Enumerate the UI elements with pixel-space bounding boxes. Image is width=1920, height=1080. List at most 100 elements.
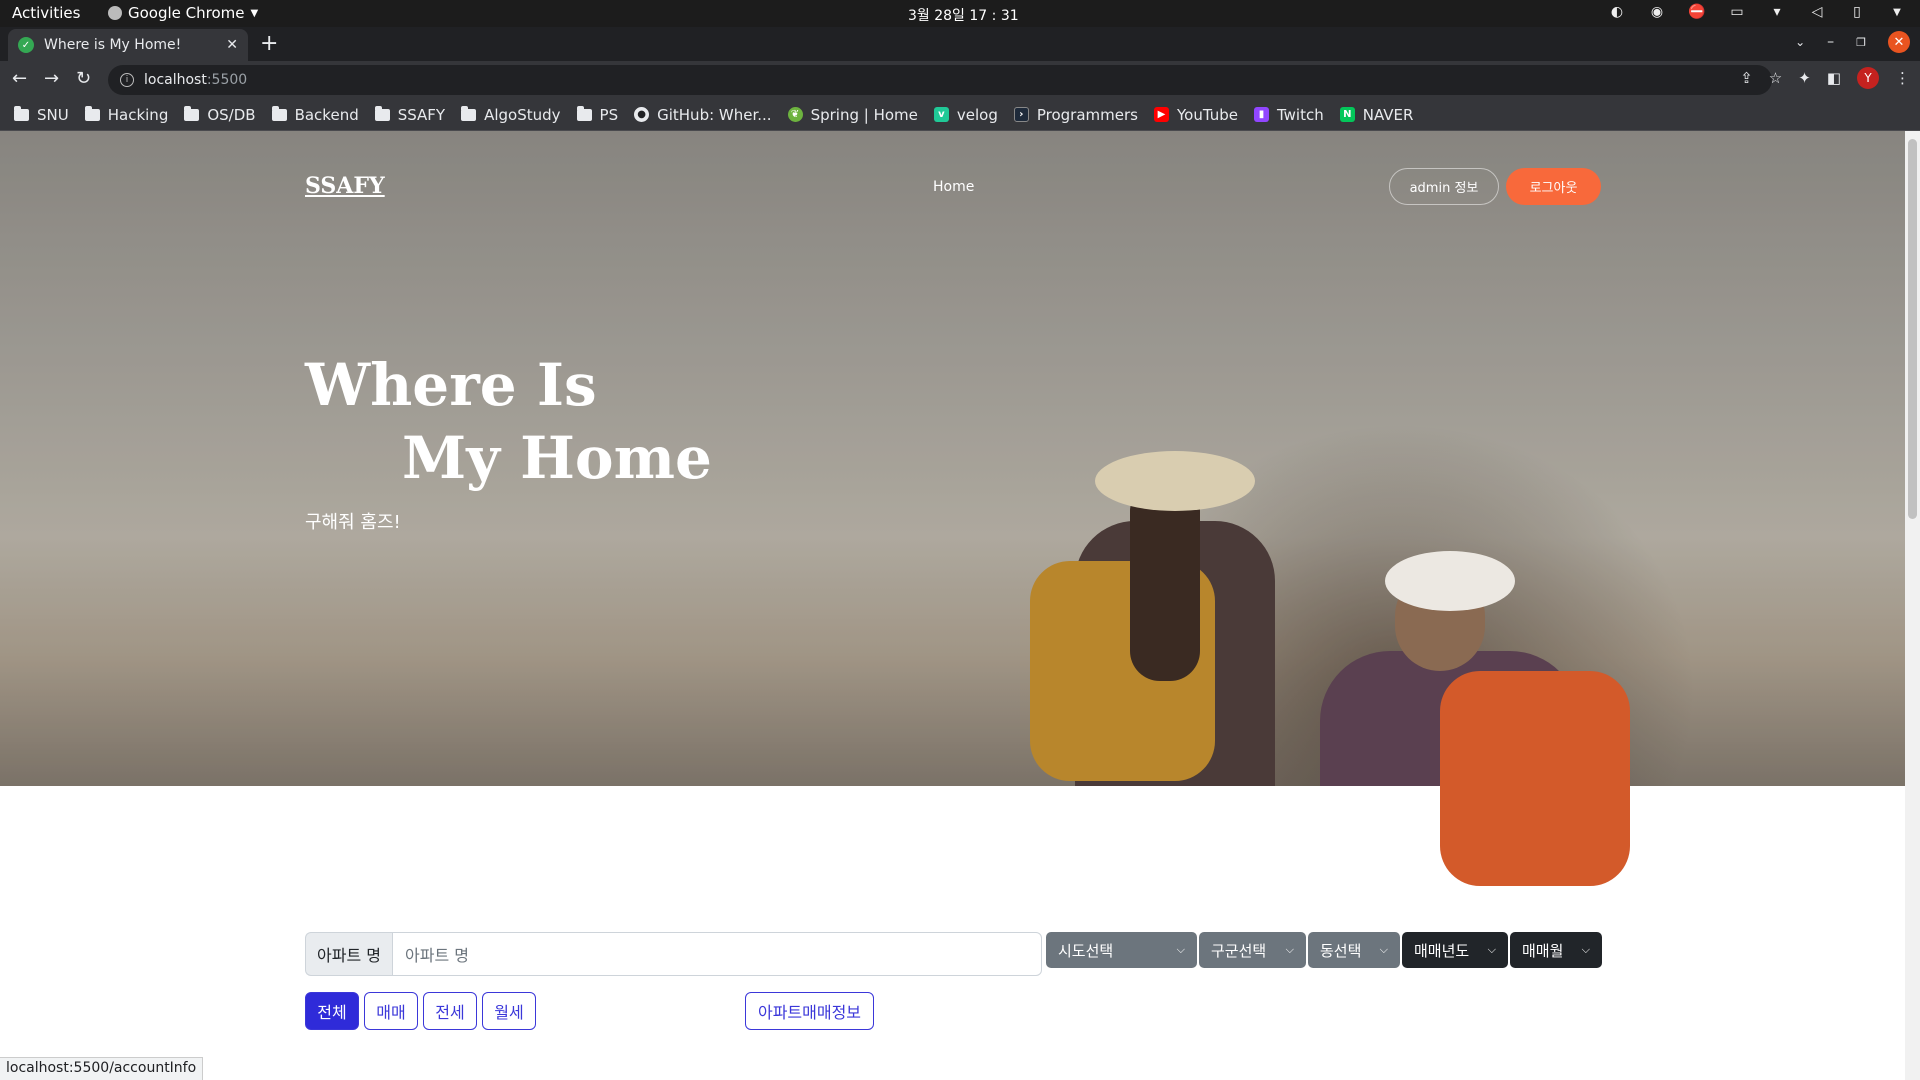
profile-avatar[interactable]: Y xyxy=(1857,67,1879,89)
clock[interactable]: 3월 28일 17 : 31 xyxy=(908,5,1019,25)
sido-select-label: 시도선택 xyxy=(1058,941,1114,960)
naver-icon: N xyxy=(1339,107,1355,122)
activities-button[interactable]: Activities xyxy=(12,4,80,22)
folder-icon xyxy=(184,105,200,121)
restore-icon[interactable]: ❐ xyxy=(1856,36,1866,49)
hero-headline-line1: Where Is xyxy=(305,351,597,419)
menu-kebab-icon[interactable]: ⋮ xyxy=(1895,69,1910,87)
app-menu-label: Google Chrome xyxy=(128,4,245,22)
chrome-remote-icon[interactable]: ◐ xyxy=(1608,3,1626,21)
velog-icon: v xyxy=(933,107,949,122)
bookmark-github[interactable]: ● GitHub: Wher... xyxy=(634,105,772,124)
forward-icon[interactable]: → xyxy=(44,68,59,89)
hero-section: SSAFY Home admin 정보 로그아웃 Where Is My Hom… xyxy=(0,131,1905,886)
scrollbar-thumb[interactable] xyxy=(1908,139,1917,519)
extensions-icon[interactable]: ✦ xyxy=(1798,69,1811,87)
bookmark-hacking[interactable]: Hacking xyxy=(84,105,168,124)
dong-select[interactable]: 동선택 ⌵ xyxy=(1308,932,1400,968)
minimize-icon[interactable]: – xyxy=(1827,34,1834,50)
page-scrollbar[interactable] xyxy=(1905,131,1920,1080)
admin-info-button[interactable]: admin 정보 xyxy=(1389,168,1499,205)
traveller-woman-hat xyxy=(1095,451,1255,511)
year-select[interactable]: 매매년도 ⌵ xyxy=(1402,932,1508,968)
folder-icon xyxy=(84,105,100,121)
logout-button[interactable]: 로그아웃 xyxy=(1506,168,1601,205)
bookmark-twitch[interactable]: ▮ Twitch xyxy=(1253,105,1324,124)
sido-select[interactable]: 시도선택 ⌵ xyxy=(1046,932,1197,968)
bookmarks-bar: SNU Hacking OS/DB Backend SSAFY AlgoStud… xyxy=(0,99,1920,131)
brand-logo[interactable]: SSAFY xyxy=(305,173,385,199)
bookmark-star-icon[interactable]: ☆ xyxy=(1769,69,1782,87)
bookmark-programmers[interactable]: › Programmers xyxy=(1013,105,1138,124)
site-info-icon[interactable]: i xyxy=(120,73,134,87)
folder-icon xyxy=(461,105,477,121)
filter-all-button[interactable]: 전체 xyxy=(305,992,359,1030)
bookmark-velog[interactable]: v velog xyxy=(933,105,998,124)
folder-icon xyxy=(271,105,287,121)
wifi-icon[interactable]: ▾ xyxy=(1768,3,1786,21)
chevron-down-icon: ⌵ xyxy=(1379,943,1388,956)
deal-type-filters: 전체 매매 전세 월세 xyxy=(305,992,536,1030)
address-bar[interactable]: i localhost:5500 xyxy=(108,65,1772,95)
keyboard-icon[interactable]: ▭ xyxy=(1728,3,1746,21)
bookmark-label: Spring | Home xyxy=(810,105,918,124)
browser-toolbar: ← → ↻ i localhost:5500 ⇪ ☆ ✦ ◧ Y ⋮ xyxy=(0,61,1920,99)
gugun-select[interactable]: 구군선택 ⌵ xyxy=(1199,932,1306,968)
month-select[interactable]: 매매월 ⌵ xyxy=(1510,932,1602,968)
system-menu-caret-icon[interactable]: ▼ xyxy=(1888,3,1906,21)
apt-name-input[interactable]: 아파트 명 xyxy=(392,932,1042,976)
hero-headline-line2: My Home xyxy=(402,424,712,492)
chrome-icon xyxy=(108,6,122,20)
bookmark-label: SNU xyxy=(37,105,69,124)
bookmark-ssafy[interactable]: SSAFY xyxy=(374,105,445,124)
bookmark-label: OS/DB xyxy=(207,105,256,124)
apt-deal-info-button[interactable]: 아파트매매정보 xyxy=(745,992,874,1030)
filter-monthly-button[interactable]: 월세 xyxy=(482,992,536,1030)
page-viewport: SSAFY Home admin 정보 로그아웃 Where Is My Hom… xyxy=(0,131,1905,1080)
month-select-label: 매매월 xyxy=(1522,941,1564,960)
bookmark-snu[interactable]: SNU xyxy=(14,105,69,124)
tab-close-icon[interactable]: ✕ xyxy=(226,37,238,53)
app-menu[interactable]: Google Chrome ▼ xyxy=(108,4,258,22)
search-row: 아파트 명 아파트 명 xyxy=(305,932,1042,976)
traveller-man-hat xyxy=(1385,551,1515,611)
hero-subline: 구해줘 홈즈! xyxy=(305,512,401,533)
youtube-icon: ▶ xyxy=(1153,107,1169,122)
bookmark-label: GitHub: Wher... xyxy=(657,105,772,124)
bookmark-spring[interactable]: ❦ Spring | Home xyxy=(787,105,918,124)
traveller-man-backpack xyxy=(1440,671,1630,886)
filter-jeonse-button[interactable]: 전세 xyxy=(423,992,477,1030)
url-host: localhost xyxy=(144,72,207,88)
system-top-bar: Activities Google Chrome ▼ 3월 28일 17 : 3… xyxy=(0,0,1920,27)
twitch-icon: ▮ xyxy=(1253,107,1269,122)
bookmark-label: Twitch xyxy=(1276,105,1324,124)
close-window-icon[interactable]: ✕ xyxy=(1888,31,1910,53)
chevron-down-icon: ⌵ xyxy=(1487,943,1496,956)
bookmark-youtube[interactable]: ▶ YouTube xyxy=(1153,106,1238,124)
favicon-icon: ✓ xyxy=(18,37,34,53)
bookmark-algostudy[interactable]: AlgoStudy xyxy=(461,105,561,124)
bookmark-ps[interactable]: PS xyxy=(576,105,618,124)
bookmark-label: velog xyxy=(956,105,998,124)
folder-icon xyxy=(14,105,29,121)
bookmark-naver[interactable]: N NAVER xyxy=(1339,106,1413,124)
do-not-disturb-icon[interactable]: ⛔ xyxy=(1688,3,1706,21)
folder-icon xyxy=(374,105,390,121)
steam-icon[interactable]: ◉ xyxy=(1648,3,1666,21)
new-tab-icon[interactable]: + xyxy=(260,31,278,56)
system-tray: ◐ ◉ ⛔ ▭ ▾ ◁ ▯ ▼ xyxy=(1608,3,1906,21)
folder-icon xyxy=(576,105,592,121)
battery-icon[interactable]: ▯ xyxy=(1848,3,1866,21)
bookmark-osdb[interactable]: OS/DB xyxy=(184,105,256,124)
side-panel-icon[interactable]: ◧ xyxy=(1827,69,1841,87)
filter-sale-button[interactable]: 매매 xyxy=(364,992,418,1030)
volume-icon[interactable]: ◁ xyxy=(1808,3,1826,21)
tab-search-icon[interactable]: ⌄ xyxy=(1795,35,1805,49)
share-icon[interactable]: ⇪ xyxy=(1740,69,1753,87)
bookmark-label: Programmers xyxy=(1036,105,1138,124)
nav-home-link[interactable]: Home xyxy=(933,179,974,195)
reload-icon[interactable]: ↻ xyxy=(76,68,91,89)
back-icon[interactable]: ← xyxy=(12,68,27,89)
tab-active[interactable]: ✓ Where is My Home! ✕ xyxy=(8,29,248,61)
bookmark-backend[interactable]: Backend xyxy=(271,105,359,124)
